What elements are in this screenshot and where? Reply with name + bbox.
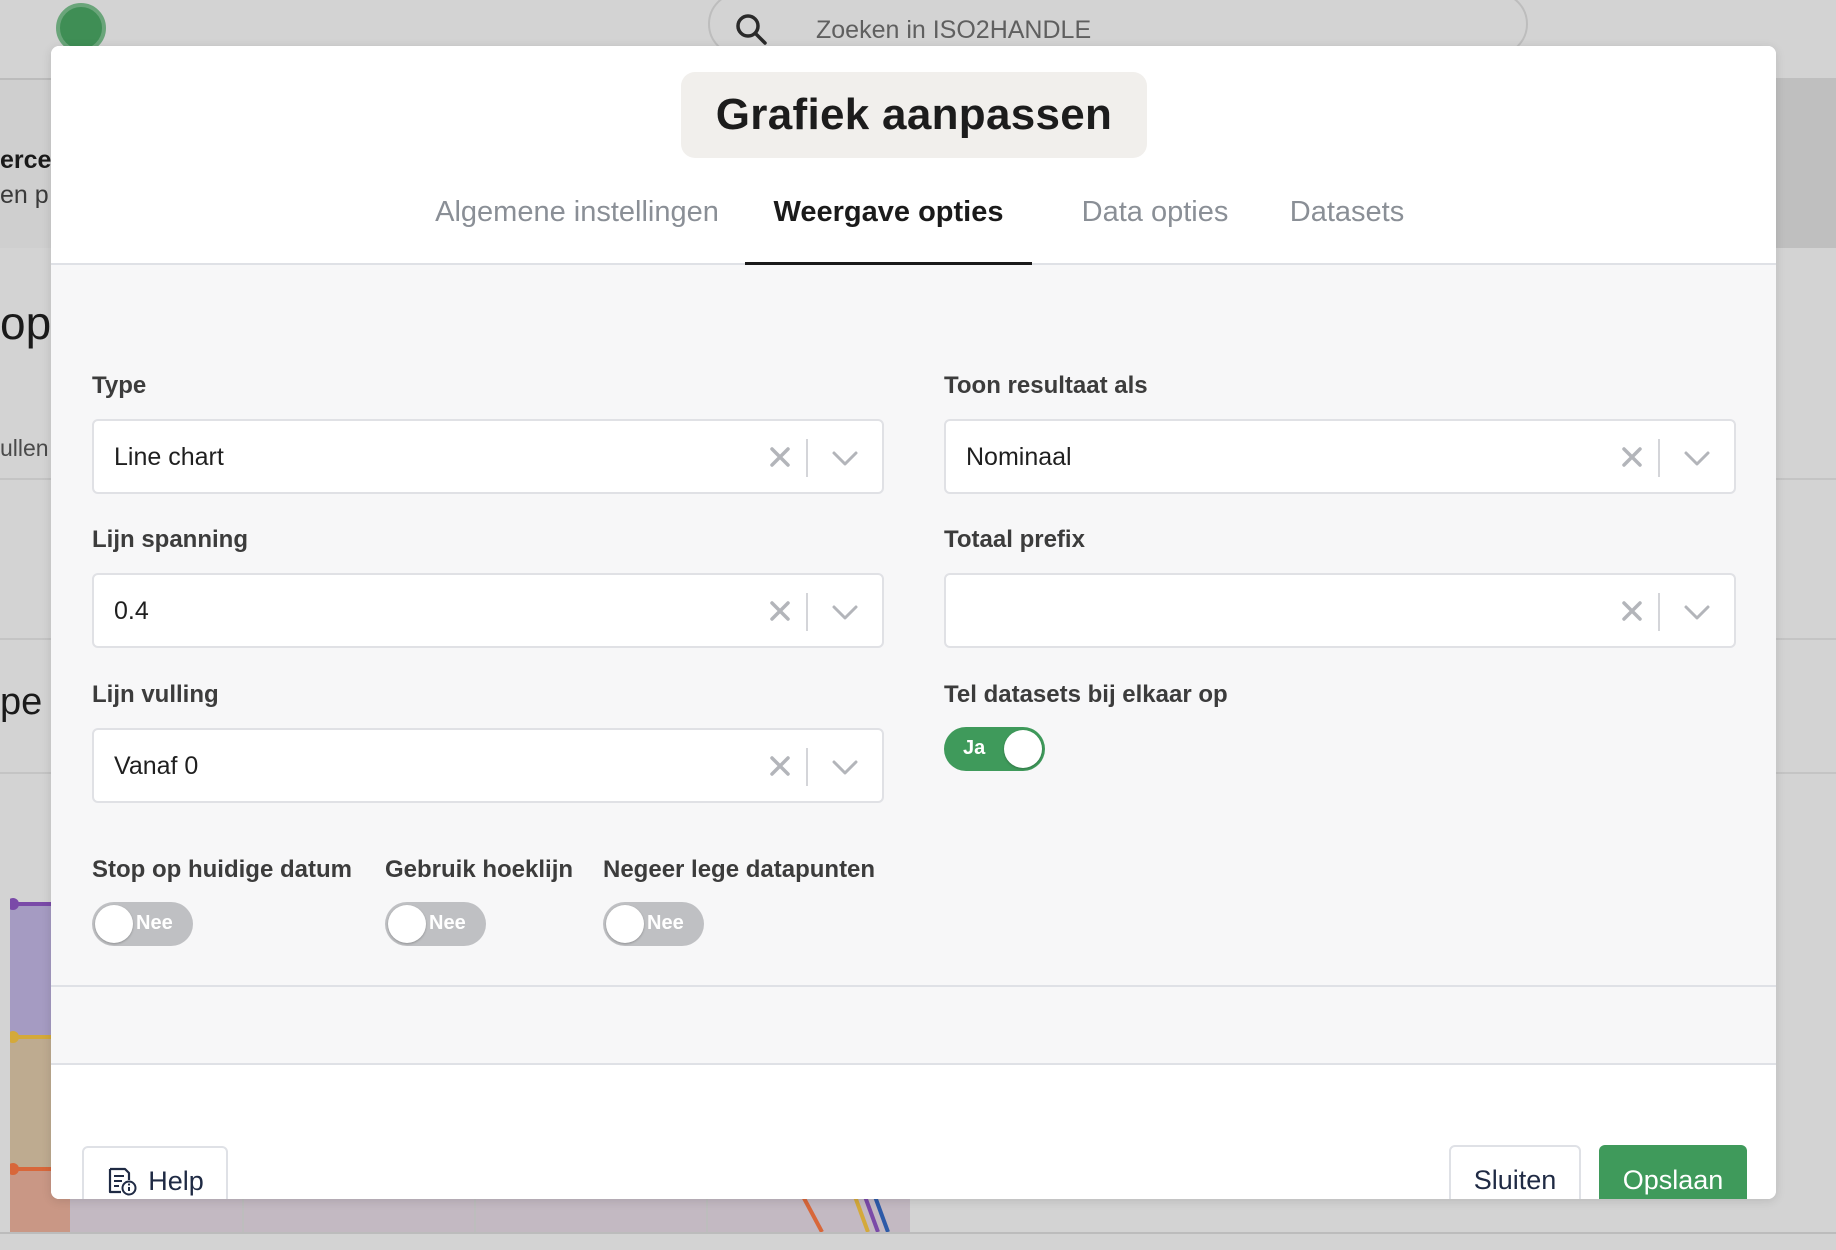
chevron-down-icon[interactable] [830, 754, 860, 780]
dialog-title: Grafiek aanpassen [715, 90, 1113, 139]
tab-display-options[interactable]: Weergave opties [745, 186, 1032, 265]
background-text: ullen [0, 435, 49, 461]
clear-icon[interactable] [766, 752, 794, 780]
dialog-body: Type Line chart Lijn spanning 0.4 Lijn v… [51, 265, 1776, 987]
background-text: erce [0, 146, 52, 174]
toggle-knob [606, 905, 644, 943]
toggle-knob [388, 905, 426, 943]
close-button[interactable]: Sluiten [1449, 1145, 1581, 1199]
type-value: Line chart [114, 443, 224, 471]
select-separator [1658, 439, 1660, 477]
show-result-as-value: Nominaal [966, 443, 1072, 471]
stop-current-date-toggle[interactable]: Nee [92, 902, 193, 946]
sum-datasets-label: Tel datasets bij elkaar op [944, 681, 1228, 708]
toggle-state: Nee [647, 912, 684, 934]
ignore-empty-points-label: Negeer lege datapunten [603, 856, 876, 883]
edit-chart-dialog: Grafiek aanpassen Algemene instellingen … [51, 46, 1776, 1199]
dialog-title-container: Grafiek aanpassen [681, 72, 1147, 158]
save-button[interactable]: Opslaan [1599, 1145, 1747, 1199]
background-text: en p [0, 181, 49, 209]
use-stepped-line-toggle[interactable]: Nee [385, 902, 486, 946]
dialog-footer: Help Sluiten Opslaan [51, 1067, 1776, 1199]
background-heading: pe [0, 681, 43, 723]
toggle-state: Ja [963, 737, 986, 759]
background-panel [1776, 78, 1836, 248]
help-button[interactable]: Help [82, 1146, 228, 1199]
type-label: Type [92, 372, 147, 399]
tab-bar: Algemene instellingen Weergave opties Da… [51, 186, 1776, 265]
line-fill-value: Vanaf 0 [114, 752, 199, 780]
line-tension-label: Lijn spanning [92, 526, 248, 553]
select-separator [806, 439, 808, 477]
type-select[interactable]: Line chart [92, 419, 884, 494]
total-prefix-label: Totaal prefix [944, 526, 1085, 553]
chart-axis [0, 1232, 1836, 1234]
chevron-down-icon[interactable] [830, 599, 860, 625]
toggle-state: Nee [429, 912, 466, 934]
help-button-label: Help [148, 1165, 204, 1196]
show-result-as-label: Toon resultaat als [944, 372, 1148, 399]
dialog-spacer [51, 987, 1776, 1065]
line-fill-select[interactable]: Vanaf 0 [92, 728, 884, 803]
select-separator [806, 748, 808, 786]
chevron-down-icon[interactable] [1682, 599, 1712, 625]
line-tension-select[interactable]: 0.4 [92, 573, 884, 648]
total-prefix-select[interactable] [944, 573, 1736, 648]
select-separator [806, 593, 808, 631]
line-tension-value: 0.4 [114, 597, 149, 625]
toggle-state: Nee [136, 912, 173, 934]
tab-data-options[interactable]: Data opties [1061, 186, 1249, 265]
search-placeholder: Zoeken in ISO2HANDLE [816, 16, 1092, 44]
show-result-as-select[interactable]: Nominaal [944, 419, 1736, 494]
tab-general-settings[interactable]: Algemene instellingen [418, 186, 736, 265]
select-separator [1658, 593, 1660, 631]
search-icon [736, 14, 767, 45]
chevron-down-icon[interactable] [1682, 445, 1712, 471]
clear-icon[interactable] [1618, 597, 1646, 625]
clear-icon[interactable] [766, 597, 794, 625]
line-fill-label: Lijn vulling [92, 681, 219, 708]
dialog-header: Grafiek aanpassen Algemene instellingen … [51, 46, 1776, 265]
clear-icon[interactable] [1618, 443, 1646, 471]
toggle-knob [1004, 730, 1042, 768]
clear-icon[interactable] [766, 443, 794, 471]
tab-datasets[interactable]: Datasets [1263, 186, 1431, 265]
ignore-empty-points-toggle[interactable]: Nee [603, 902, 704, 946]
background-heading: ope [0, 297, 52, 349]
stop-current-date-label: Stop op huidige datum [92, 856, 352, 883]
use-stepped-line-label: Gebruik hoeklijn [385, 856, 574, 883]
help-document-icon [109, 1167, 137, 1196]
toggle-knob [95, 905, 133, 943]
sum-datasets-toggle[interactable]: Ja [944, 727, 1045, 771]
chevron-down-icon[interactable] [830, 445, 860, 471]
